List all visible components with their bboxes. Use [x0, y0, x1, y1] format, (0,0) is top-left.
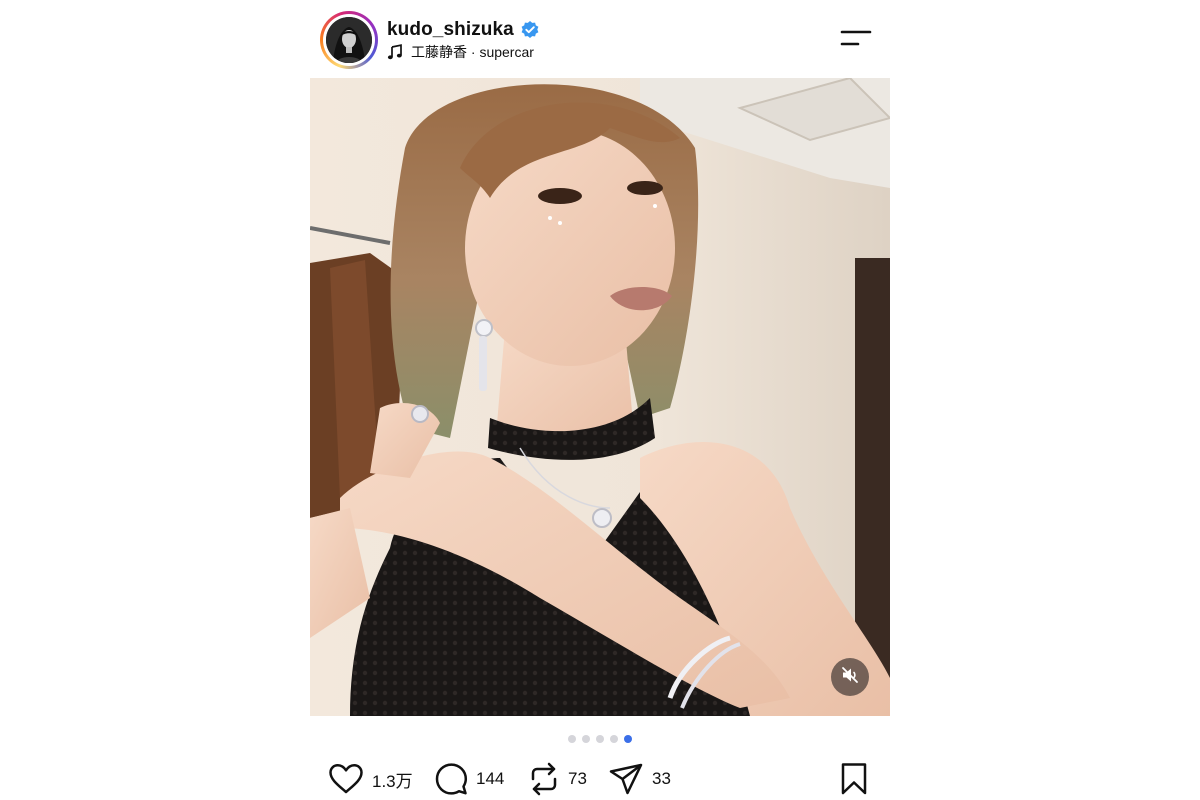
- username-row: kudo_shizuka: [387, 18, 540, 42]
- carousel-dot[interactable]: [568, 735, 576, 743]
- like-button[interactable]: 1.3万: [328, 761, 413, 797]
- music-label: 工藤静香 · supercar: [411, 44, 534, 60]
- post-header: kudo_shizuka 工藤静香 · supercar: [310, 0, 890, 78]
- speaker-muted-icon: [840, 665, 860, 690]
- bookmark-icon: [840, 762, 868, 796]
- comment-icon: [434, 762, 468, 796]
- menu-icon[interactable]: [839, 27, 873, 51]
- like-count: 1.3万: [372, 771, 413, 791]
- comment-button[interactable]: 144: [434, 761, 504, 797]
- post-media[interactable]: [310, 78, 890, 716]
- mute-toggle[interactable]: [831, 658, 869, 696]
- heart-icon: [328, 763, 364, 795]
- save-button[interactable]: [840, 761, 868, 797]
- share-count: 33: [652, 769, 671, 788]
- username[interactable]: kudo_shizuka: [387, 19, 514, 41]
- verified-badge-icon: [520, 20, 540, 40]
- carousel-dot[interactable]: [610, 735, 618, 743]
- avatar-frame: [323, 14, 375, 66]
- avatar[interactable]: [326, 17, 372, 63]
- repost-icon: [528, 762, 560, 796]
- music-note-icon: [387, 44, 403, 60]
- send-icon: [608, 762, 644, 796]
- repost-count: 73: [568, 769, 587, 788]
- carousel-dot-active[interactable]: [624, 735, 632, 743]
- action-bar: 1.3万 144 73 33: [310, 758, 890, 800]
- carousel-dot[interactable]: [596, 735, 604, 743]
- carousel-dot[interactable]: [582, 735, 590, 743]
- story-ring[interactable]: [320, 11, 378, 69]
- post-photo: [310, 78, 890, 716]
- share-button[interactable]: 33: [608, 761, 671, 797]
- post-card: kudo_shizuka 工藤静香 · supercar 1.3万 144 73…: [310, 0, 890, 800]
- repost-button[interactable]: 73: [528, 761, 587, 797]
- comment-count: 144: [476, 769, 505, 788]
- music-info[interactable]: 工藤静香 · supercar: [387, 42, 534, 62]
- carousel-indicator: [310, 735, 890, 745]
